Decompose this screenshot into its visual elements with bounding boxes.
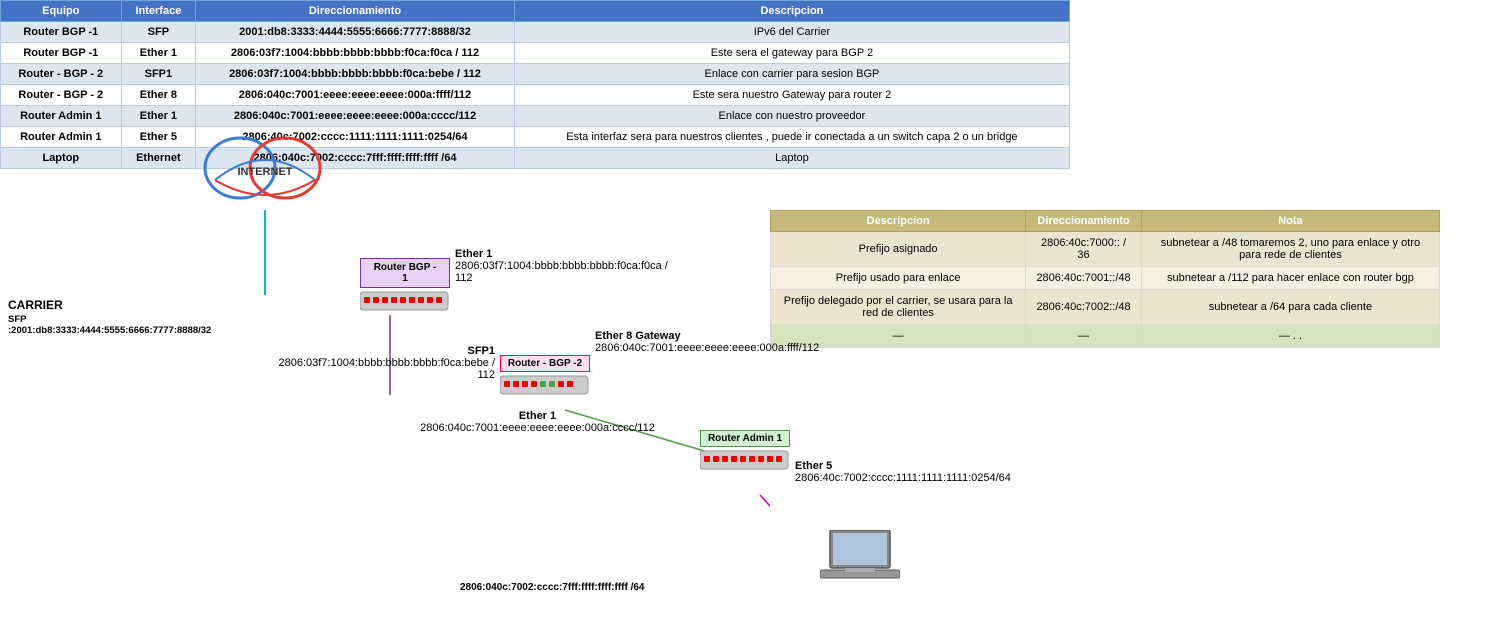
second-cell-direccionamiento: 2806:40c:7000:: / 36 [1026, 232, 1142, 267]
main-cell-equipo: Router BGP -1 [1, 22, 122, 43]
second-table-row: ——— . . [771, 325, 1440, 348]
second-cell-nota: subnetear a /48 tomaremos 2, uno para en… [1141, 232, 1439, 267]
second-cell-descripcion: Prefijo delegado por el carrier, se usar… [771, 290, 1026, 325]
main-cell-interface: Ether 1 [121, 106, 196, 127]
second-cell-descripcion: Prefijo asignado [771, 232, 1026, 267]
router-admin1: Router Admin 1 Ether 1 2806:040c:7001:ee… [700, 430, 790, 476]
main-table-row: Router BGP -1Ether 12806:03f7:1004:bbbb:… [1, 43, 1070, 64]
main-table-row: Router - BGP - 2Ether 82806:040c:7001:ee… [1, 85, 1070, 106]
main-cell-interface: Ether 5 [121, 127, 196, 148]
main-cell-descripcion: Enlace con carrier para sesion BGP [514, 64, 1069, 85]
col2-header-direccionamiento: Direccionamiento [1026, 211, 1142, 232]
second-cell-direccionamiento: 2806:40c:7002::/48 [1026, 290, 1142, 325]
main-cell-direccionamiento: 2806:03f7:1004:bbbb:bbbb:bbbb:f0ca:bebe … [196, 64, 515, 85]
second-table-row: Prefijo usado para enlace2806:40c:7001::… [771, 267, 1440, 290]
col-header-descripcion: Descripcion [514, 1, 1069, 22]
router-bgp1-label: Router BGP -1 [360, 258, 450, 288]
second-table: Descripcion Direccionamiento Nota Prefij… [770, 210, 1440, 348]
router-bgp1: Router BGP -1 Ether 1 2806:03f7:1004:bbb… [360, 258, 450, 317]
main-table-row: Router - BGP - 2SFP12806:03f7:1004:bbbb:… [1, 64, 1070, 85]
main-table-wrapper: Equipo Interface Direccionamiento Descri… [0, 0, 1070, 169]
main-cell-interface: Ether 1 [121, 43, 196, 64]
laptop-area [820, 530, 900, 593]
router-bgp2-icon [500, 374, 590, 398]
router-admin1-ether5: Ether 5 2806:40c:7002:cccc:1111:1111:111… [795, 460, 1075, 484]
main-table-row: LaptopEthernet2806:040c:7002:cccc:7fff:f… [1, 148, 1070, 169]
main-cell-equipo: Router Admin 1 [1, 106, 122, 127]
second-table-row: Prefijo delegado por el carrier, se usar… [771, 290, 1440, 325]
main-table: Equipo Interface Direccionamiento Descri… [0, 0, 1070, 169]
main-cell-direccionamiento: 2806:040c:7001:eeee:eeee:eeee:000a:cccc/… [196, 106, 515, 127]
second-cell-nota: subnetear a /112 para hacer enlace con r… [1141, 267, 1439, 290]
router-bgp2-label: Router - BGP -2 [500, 355, 590, 372]
main-cell-interface: SFP [121, 22, 196, 43]
second-cell-descripcion: Prefijo usado para enlace [771, 267, 1026, 290]
carrier-sfp-label: SFP :2001:db8:3333:4444:5555:6666:7777:8… [8, 314, 208, 336]
main-cell-direccionamiento: 2001:db8:3333:4444:5555:6666:7777:8888/3… [196, 22, 515, 43]
main-cell-descripcion: Este sera nuestro Gateway para router 2 [514, 85, 1069, 106]
carrier-section: CARRIER SFP :2001:db8:3333:4444:5555:666… [8, 298, 208, 336]
router-bgp2: Router - BGP -2 SFP1 2806:03f7:1004:bbbb… [500, 355, 590, 401]
cloud-svg: INTERNET [200, 130, 330, 205]
main-cell-equipo: Router BGP -1 [1, 43, 122, 64]
main-cell-descripcion: Laptop [514, 148, 1069, 169]
main-cell-interface: SFP1 [121, 64, 196, 85]
col-header-equipo: Equipo [1, 1, 122, 22]
svg-text:INTERNET: INTERNET [238, 166, 293, 178]
col2-header-descripcion: Descripcion [771, 211, 1026, 232]
second-cell-nota: subnetear a /64 para cada cliente [1141, 290, 1439, 325]
main-cell-descripcion: Enlace con nuestro proveedor [514, 106, 1069, 127]
main-cell-descripcion: Esta interfaz sera para nuestros cliente… [514, 127, 1069, 148]
second-table-wrapper: Descripcion Direccionamiento Nota Prefij… [770, 210, 1440, 348]
carrier-label: CARRIER [8, 298, 208, 312]
main-cell-equipo: Laptop [1, 148, 122, 169]
main-table-row: Router Admin 1Ether 52806:40c:7002:cccc:… [1, 127, 1070, 148]
main-cell-direccionamiento: 2806:03f7:1004:bbbb:bbbb:bbbb:f0ca:f0ca … [196, 43, 515, 64]
laptop-icon [820, 530, 900, 590]
router-bgp2-ether8: Ether 8 Gateway 2806:040c:7001:eeee:eeee… [595, 330, 845, 354]
second-cell-direccionamiento: 2806:40c:7001::/48 [1026, 267, 1142, 290]
col2-header-nota: Nota [1141, 211, 1439, 232]
main-table-row: Router Admin 1Ether 12806:040c:7001:eeee… [1, 106, 1070, 127]
router-admin1-label: Router Admin 1 [700, 430, 790, 447]
internet-cloud: INTERNET [200, 130, 330, 208]
second-cell-nota: — . . [1141, 325, 1439, 348]
router-bgp1-ether1: Ether 1 2806:03f7:1004:bbbb:bbbb:bbbb:f0… [455, 248, 675, 284]
second-cell-direccionamiento: — [1026, 325, 1142, 348]
main-cell-descripcion: IPv6 del Carrier [514, 22, 1069, 43]
main-table-row: Router BGP -1SFP2001:db8:3333:4444:5555:… [1, 22, 1070, 43]
router-admin1-icon [700, 449, 790, 473]
main-cell-equipo: Router Admin 1 [1, 127, 122, 148]
main-cell-descripcion: Este sera el gateway para BGP 2 [514, 43, 1069, 64]
main-cell-equipo: Router - BGP - 2 [1, 64, 122, 85]
router-bgp2-sfp1: SFP1 2806:03f7:1004:bbbb:bbbb:bbbb:f0ca:… [270, 345, 495, 381]
main-cell-direccionamiento: 2806:040c:7001:eeee:eeee:eeee:000a:ffff/… [196, 85, 515, 106]
laptop-addr-label: 2806:040c:7002:cccc:7fff:ffff:ffff:ffff … [460, 582, 645, 593]
main-cell-interface: Ether 8 [121, 85, 196, 106]
col-header-direccionamiento: Direccionamiento [196, 1, 515, 22]
main-cell-equipo: Router - BGP - 2 [1, 85, 122, 106]
col-header-interface: Interface [121, 1, 196, 22]
main-cell-interface: Ethernet [121, 148, 196, 169]
router-admin1-ether1: Ether 1 2806:040c:7001:eeee:eeee:eeee:00… [380, 410, 695, 434]
router-bgp1-icon [360, 290, 450, 314]
second-table-row: Prefijo asignado2806:40c:7000:: / 36subn… [771, 232, 1440, 267]
